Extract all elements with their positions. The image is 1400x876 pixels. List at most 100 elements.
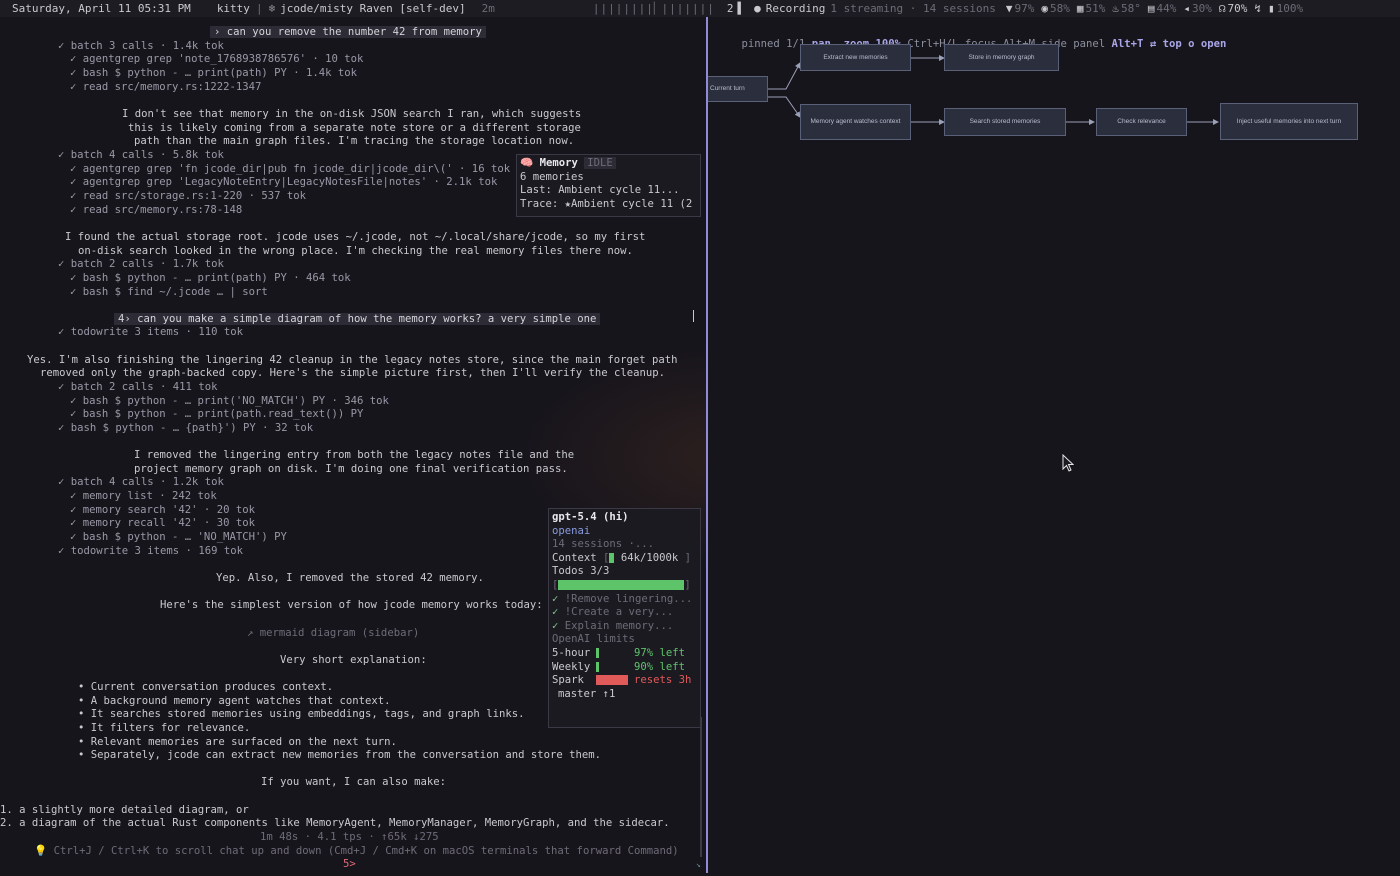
tool-call-line: ✓ memory list · 242 tok: [70, 490, 217, 504]
diagram-node-store[interactable]: Store in memory graph: [944, 44, 1059, 71]
tool-call-line: ✓ batch 4 calls · 5.8k tok: [58, 149, 224, 163]
chat-line-text: ✓ bash $ python - … print(path) PY · 1.4…: [70, 67, 358, 79]
todos-progress-bar: [558, 579, 685, 590]
headphones-icon: ☊: [1218, 2, 1226, 15]
todo-check-icon: ✓: [552, 619, 559, 632]
mem-value: 51%: [1085, 2, 1106, 15]
tool-call-line: ✓ bash $ python - … print(path) PY · 1.4…: [70, 67, 357, 81]
chat-line: • Separately, jcode can extract new memo…: [78, 749, 601, 763]
tool-call-line: ✓ batch 4 calls · 1.2k tok: [58, 476, 224, 490]
temp-value: 58°: [1121, 2, 1141, 15]
user-message: 4› can you make a simple diagram of how …: [114, 313, 601, 327]
chat-line-text: ↗ mermaid diagram (sidebar): [247, 627, 420, 639]
model-name: gpt-5.4 (hi): [552, 511, 629, 523]
todos-label: Todos 3/3: [552, 565, 610, 578]
chat-line: project memory graph on disk. I'm doing …: [134, 463, 568, 477]
power-icon: ↯: [1254, 2, 1262, 15]
chat-line-text: ✓ agentgrep grep 'LegacyNoteEntry|Legacy…: [70, 176, 498, 188]
diagram-node-relevance[interactable]: Check relevance: [1096, 108, 1187, 136]
diagram-node-inject[interactable]: Inject useful memories into next turn: [1220, 103, 1358, 140]
chat-line-text: ✓ batch 2 calls · 411 tok: [58, 381, 218, 393]
streaming-sessions: 1 streaming · 14 sessions: [830, 2, 996, 15]
limit-bar: [596, 647, 599, 658]
disk-icon: ▤: [1147, 2, 1155, 15]
node-label: Search stored memories: [969, 118, 1041, 125]
wifi-value: 97%: [1014, 2, 1035, 15]
temperature-icon: ♨: [1112, 2, 1120, 15]
chat-line: removed only the graph-backed copy. Here…: [40, 367, 665, 381]
chat-line-text: 💡 Ctrl+J / Ctrl+K to scroll chat up and …: [34, 845, 679, 857]
memory-icon: ▦: [1076, 2, 1084, 15]
scrollbar[interactable]: [700, 717, 702, 857]
chat-line-text: ✓ memory recall '42' · 30 tok: [70, 517, 255, 529]
tool-call-line: ✓ bash $ find ~/.jcode … | sort: [70, 286, 268, 300]
chat-line: Very short explanation:: [280, 654, 427, 668]
chat-line-text: ✓ batch 4 calls · 5.8k tok: [58, 149, 224, 161]
node-label: Check relevance: [1117, 118, 1166, 125]
cpu-value: 58%: [1050, 2, 1070, 15]
scroll-corner-icon: ↘: [696, 860, 701, 869]
battery-icon: ▮: [1268, 2, 1275, 15]
tool-call-line: ✓ bash $ python - … print('NO_MATCH') PY…: [70, 395, 389, 409]
chat-line-text: ✓ bash $ python - … 'NO_MATCH') PY: [70, 531, 287, 543]
mermaid-diagram[interactable]: Current turn Extract new memories Store …: [708, 17, 1400, 217]
node-label: Current turn: [710, 85, 745, 92]
chat-pane[interactable]: › can you remove the number 42 from memo…: [0, 17, 706, 876]
memory-panel: 🧠 Memory IDLE 6 memories Last: Ambient c…: [516, 154, 701, 217]
scroll-position-marker[interactable]: [693, 310, 694, 322]
diagram-node-extract[interactable]: Extract new memories: [800, 44, 911, 71]
limits-list: 5-hour 97% left Weekly 90% left Spark resets …: [552, 647, 697, 688]
chat-line-text: project memory graph on disk. I'm doing …: [134, 463, 568, 475]
brain-icon: 🧠: [520, 157, 534, 169]
chat-line-text: ✓ read src/storage.rs:1-220 · 537 tok: [70, 190, 306, 202]
limit-name: 5-hour: [552, 646, 591, 659]
sessions-summary: 14 sessions ·...: [552, 538, 655, 551]
limit-bar: [596, 675, 628, 686]
disk-value: 44%: [1156, 2, 1177, 15]
todo-item: !Create a very...: [564, 606, 674, 619]
wifi-icon: ▼: [1005, 2, 1013, 15]
workspace-number[interactable]: 2: [727, 2, 734, 15]
diagram-node-current-turn[interactable]: Current turn: [708, 76, 768, 102]
chat-line: • It filters for relevance.: [78, 722, 250, 736]
limit-name: Spark: [552, 674, 584, 687]
todo-check-icon: ✓: [552, 606, 559, 619]
side-panel[interactable]: pinned 1/1 pan zoom 100% Ctrl+H/L focus …: [708, 17, 1400, 876]
chat-line: 1. a slightly more detailed diagram, or: [0, 804, 249, 818]
diagram-node-search[interactable]: Search stored memories: [944, 108, 1066, 136]
tool-call-line: ✓ bash $ python - … print(path.read_text…: [70, 408, 363, 422]
chat-line: 💡 Ctrl+J / Ctrl+K to scroll chat up and …: [34, 845, 679, 859]
limits-title: OpenAI limits: [552, 633, 635, 646]
context-bar: [609, 552, 615, 563]
limit-value: resets 3h: [634, 674, 692, 687]
chat-line-text: ✓ bash $ python - … print(path.read_text…: [70, 408, 364, 420]
battery-value: 100%: [1276, 2, 1304, 15]
chat-line-text: • It filters for relevance.: [78, 722, 251, 734]
tool-call-line: ✓ bash $ python - … print(path) PY · 464…: [70, 272, 351, 286]
recording-label[interactable]: Recording: [766, 2, 826, 15]
chat-line-text: ✓ memory search '42' · 20 tok: [70, 504, 255, 516]
input-prompt[interactable]: 5>: [343, 858, 356, 872]
chat-line: path than the main graph files. I'm trac…: [134, 135, 574, 149]
todo-item: !Remove lingering...: [564, 592, 693, 605]
diagram-node-memory-agent[interactable]: Memory agent watches context: [800, 104, 911, 140]
tool-call-line: ✓ todowrite 3 items · 110 tok: [58, 326, 243, 340]
tool-call-line: ✓ bash $ python - … 'NO_MATCH') PY: [70, 531, 287, 545]
chat-line-text: › can you remove the number 42 from memo…: [210, 26, 486, 38]
todo-check-icon: ✓: [552, 592, 559, 605]
chat-line-text: ✓ read src/memory.rs:1222-1347: [70, 81, 262, 93]
user-message: › can you remove the number 42 from memo…: [210, 26, 486, 40]
chat-line: • Relevant memories are surfaced on the …: [78, 736, 397, 750]
elapsed-time: 2m: [481, 2, 495, 15]
chat-line: I don't see that memory in the on-disk J…: [122, 108, 581, 122]
chat-line-text: I removed the lingering entry from both …: [134, 449, 575, 461]
chat-line-text: Yep. Also, I removed the stored 42 memor…: [216, 572, 484, 584]
edge: [768, 62, 801, 90]
chat-line-text: • It searches stored memories using embe…: [78, 708, 525, 720]
workspace-indicator-icon: ▌: [737, 2, 745, 15]
chat-line-text: ✓ todowrite 3 items · 169 tok: [58, 545, 243, 557]
volume-icon[interactable]: ◂: [1183, 2, 1190, 15]
workspace-ticks: ||||||||▏|||||||: [592, 2, 715, 15]
memory-panel-title: Memory: [539, 157, 578, 169]
tool-call-line: ✓ todowrite 3 items · 169 tok: [58, 545, 243, 559]
